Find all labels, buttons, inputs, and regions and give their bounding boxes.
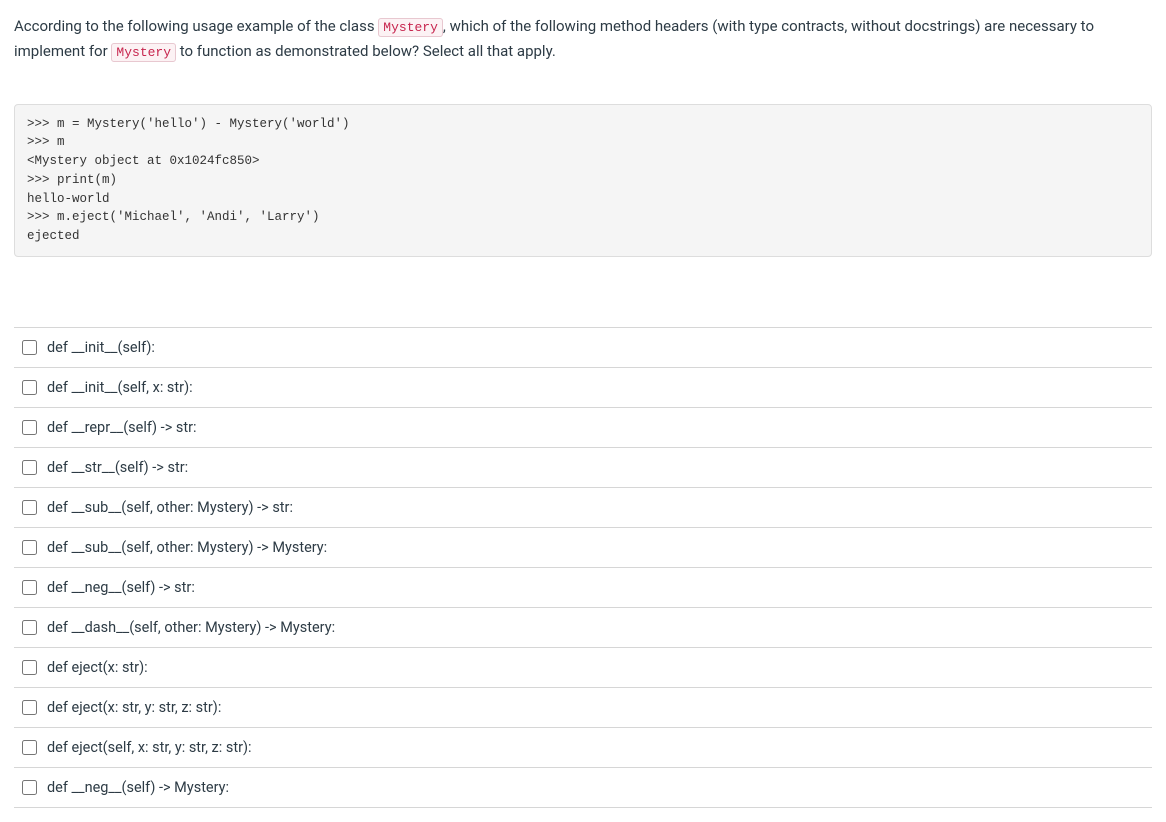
option-label: def eject(self, x: str, y: str, z: str): <box>47 739 252 756</box>
option-row[interactable]: def __sub__(self, other: Mystery) -> str… <box>14 488 1152 528</box>
option-label: def __dash__(self, other: Mystery) -> My… <box>47 619 335 636</box>
question-part1: According to the following usage example… <box>14 17 378 35</box>
option-checkbox-11[interactable] <box>22 780 37 795</box>
option-checkbox-5[interactable] <box>22 540 37 555</box>
option-checkbox-9[interactable] <box>22 700 37 715</box>
option-row[interactable]: def __str__(self) -> str: <box>14 448 1152 488</box>
option-checkbox-4[interactable] <box>22 500 37 515</box>
inline-code-mystery-1: Mystery <box>378 18 443 37</box>
option-row[interactable]: def eject(x: str): <box>14 648 1152 688</box>
option-row[interactable]: def __neg__(self) -> Mystery: <box>14 768 1152 808</box>
option-checkbox-0[interactable] <box>22 340 37 355</box>
option-label: def __neg__(self) -> Mystery: <box>47 779 229 796</box>
option-label: def eject(x: str, y: str, z: str): <box>47 699 221 716</box>
option-label: def eject(x: str): <box>47 659 148 676</box>
option-row[interactable]: def __neg__(self) -> str: <box>14 568 1152 608</box>
option-row[interactable]: def eject(x: str, y: str, z: str): <box>14 688 1152 728</box>
option-checkbox-6[interactable] <box>22 580 37 595</box>
option-row[interactable]: def __init__(self): <box>14 328 1152 368</box>
option-checkbox-3[interactable] <box>22 460 37 475</box>
option-row[interactable]: def eject(self, x: str, y: str, z: str): <box>14 728 1152 768</box>
option-row[interactable]: def __dash__(self, other: Mystery) -> My… <box>14 608 1152 648</box>
option-checkbox-8[interactable] <box>22 660 37 675</box>
options-list: def __init__(self): def __init__(self, x… <box>14 327 1152 808</box>
option-label: def __sub__(self, other: Mystery) -> Mys… <box>47 539 327 556</box>
code-example-block: >>> m = Mystery('hello') - Mystery('worl… <box>14 104 1152 257</box>
option-checkbox-2[interactable] <box>22 420 37 435</box>
option-label: def __sub__(self, other: Mystery) -> str… <box>47 499 293 516</box>
inline-code-mystery-2: Mystery <box>111 43 176 62</box>
option-row[interactable]: def __repr__(self) -> str: <box>14 408 1152 448</box>
option-label: def __str__(self) -> str: <box>47 459 188 476</box>
question-text: According to the following usage example… <box>14 14 1152 64</box>
option-row[interactable]: def __sub__(self, other: Mystery) -> Mys… <box>14 528 1152 568</box>
option-label: def __init__(self): <box>47 339 155 356</box>
option-label: def __init__(self, x: str): <box>47 379 193 396</box>
option-label: def __neg__(self) -> str: <box>47 579 195 596</box>
question-part3: to function as demonstrated below? Selec… <box>176 42 556 60</box>
option-row[interactable]: def __init__(self, x: str): <box>14 368 1152 408</box>
option-checkbox-10[interactable] <box>22 740 37 755</box>
option-label: def __repr__(self) -> str: <box>47 419 197 436</box>
option-checkbox-7[interactable] <box>22 620 37 635</box>
option-checkbox-1[interactable] <box>22 380 37 395</box>
